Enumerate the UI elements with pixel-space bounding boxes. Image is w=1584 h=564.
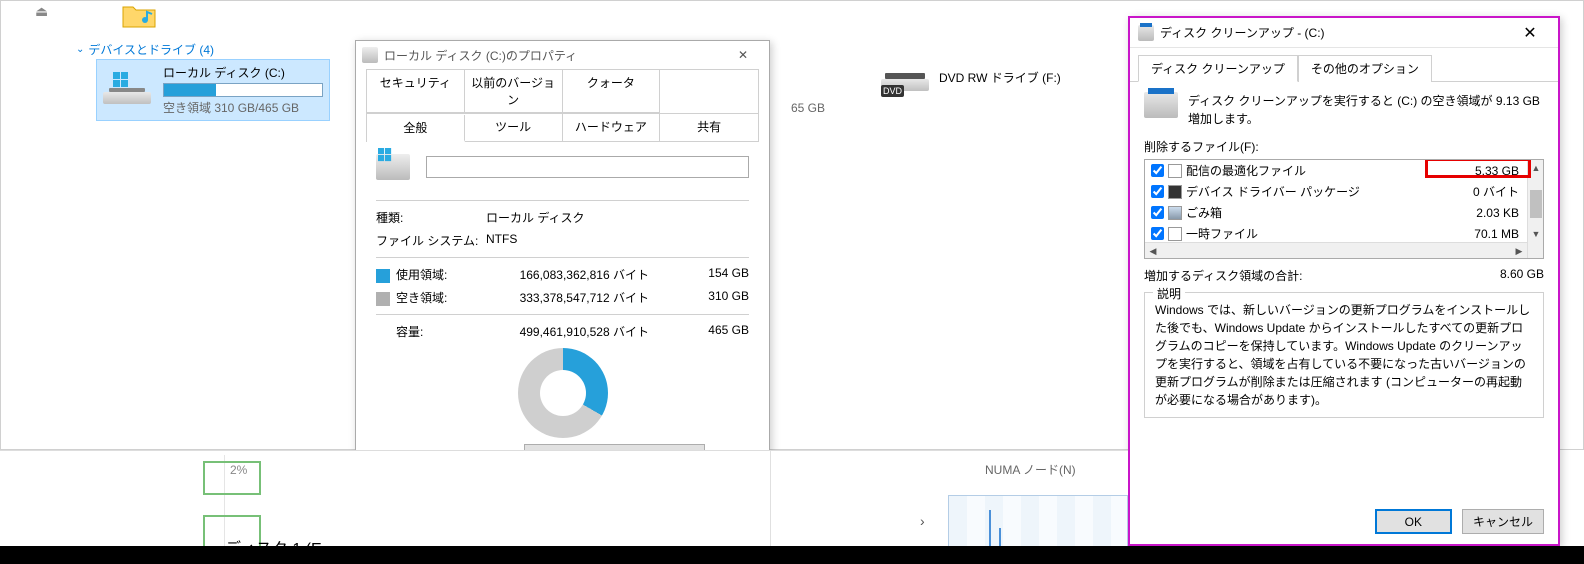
other-drive-free: 65 GB — [791, 101, 825, 115]
disk-percent: 2% — [230, 463, 247, 477]
scroll-right-icon[interactable]: ▶ — [1511, 243, 1527, 259]
free-bytes: 333,378,547,712 バイト — [486, 289, 669, 306]
files-to-delete-label: 削除するファイル(F): — [1144, 138, 1544, 155]
file-item[interactable]: 配信の最適化ファイル 5.33 GB — [1145, 160, 1527, 181]
perf-chart — [948, 495, 1128, 551]
dvd-drive-item[interactable]: DVD DVD RW ドライブ (F:) — [881, 59, 1061, 95]
tab-general[interactable]: 全般 — [367, 115, 465, 142]
capacity-label: 容量: — [376, 323, 486, 340]
chevron-down-icon: ⌄ — [76, 44, 84, 55]
kind-label: 種類: — [376, 209, 486, 226]
capacity-human: 465 GB — [669, 323, 749, 340]
drive-icon — [376, 154, 410, 180]
capacity-donut-chart — [518, 348, 608, 438]
tab-previous-versions[interactable]: 以前のバージョン — [465, 70, 563, 113]
files-scrollbar-v[interactable]: ▲ ▼ — [1527, 160, 1543, 258]
scroll-left-icon[interactable]: ◀ — [1145, 243, 1161, 259]
close-icon[interactable]: ✕ — [723, 48, 763, 62]
tab-more-options[interactable]: その他のオプション — [1298, 55, 1432, 82]
chevron-right-icon[interactable]: › — [920, 513, 925, 529]
dvd-drive-name: DVD RW ドライブ (F:) — [939, 69, 1061, 86]
recycle-bin-icon — [1168, 206, 1182, 220]
tab-quota[interactable]: クォータ — [563, 70, 661, 113]
cleanup-titlebar[interactable]: ディスク クリーンアップ - (C:) ✕ — [1130, 18, 1558, 48]
drive-name-input[interactable] — [426, 156, 749, 178]
file-item-checkbox[interactable] — [1151, 206, 1164, 219]
cleanup-title: ディスク クリーンアップ - (C:) — [1160, 24, 1325, 41]
used-label: 使用領域: — [376, 266, 486, 283]
scroll-up-icon[interactable]: ▲ — [1528, 160, 1544, 176]
file-item[interactable]: ごみ箱 2.03 KB — [1145, 202, 1527, 223]
file-item[interactable]: 一時ファイル 70.1 MB — [1145, 223, 1527, 244]
tab-sharing[interactable]: 共有 — [660, 114, 758, 141]
section-title: デバイスとドライブ (4) — [88, 41, 214, 58]
files-list[interactable]: 配信の最適化ファイル 5.33 GB デバイス ドライバー パッケージ 0 バイ… — [1144, 159, 1544, 259]
filesystem-value: NTFS — [486, 232, 749, 249]
file-item[interactable]: デバイス ドライバー パッケージ 0 バイト — [1145, 181, 1527, 202]
dvd-icon: DVD — [881, 59, 929, 95]
scroll-thumb[interactable] — [1530, 190, 1542, 218]
music-folder-icon[interactable] — [121, 1, 161, 31]
file-item-checkbox[interactable] — [1151, 185, 1164, 198]
used-human: 154 GB — [669, 266, 749, 283]
drive-c-name: ローカル ディスク (C:) — [163, 64, 323, 81]
filesystem-label: ファイル システム: — [376, 232, 486, 249]
eject-icon: ⏏ — [35, 3, 48, 20]
close-icon[interactable]: ✕ — [1510, 23, 1550, 43]
used-bytes: 166,083,362,816 バイト — [486, 266, 669, 283]
tab-tools[interactable]: ツール — [465, 114, 563, 141]
devices-section-header[interactable]: ⌄ デバイスとドライブ (4) — [76, 41, 214, 58]
file-item-checkbox[interactable] — [1151, 164, 1164, 177]
background-windows: 2% ディスク 1 (E › NUMA ノード(N) — [0, 450, 1128, 550]
kind-value: ローカル ディスク — [486, 209, 749, 226]
cleanup-icon — [1138, 25, 1154, 41]
cleanup-info-text: ディスク クリーンアップを実行すると (C:) の空き領域が 9.13 GB 増… — [1188, 92, 1544, 128]
files-scrollbar-h[interactable]: ◀ ▶ — [1145, 242, 1527, 258]
tab-hardware[interactable]: ハードウェア — [563, 114, 661, 141]
drive-c-free-label: 空き領域 310 GB/465 GB — [163, 99, 323, 116]
drive-icon — [362, 47, 378, 63]
description-legend: 説明 — [1153, 285, 1185, 302]
free-human: 310 GB — [669, 289, 749, 306]
total-gain-value: 8.60 GB — [1500, 267, 1544, 284]
properties-titlebar[interactable]: ローカル ディスク (C:)のプロパティ ✕ — [356, 41, 769, 69]
cleanup-tabs: ディスク クリーンアップ その他のオプション — [1130, 48, 1558, 82]
properties-tabs-row1: セキュリティ 以前のバージョン クォータ — [366, 69, 759, 114]
drive-c-item[interactable]: ローカル ディスク (C:) 空き領域 310 GB/465 GB — [96, 59, 330, 121]
ok-button[interactable]: OK — [1375, 509, 1452, 534]
drive-c-capacity-bar — [163, 83, 323, 97]
file-icon — [1168, 164, 1182, 178]
drive-icon — [103, 72, 151, 108]
tab-security[interactable]: セキュリティ — [367, 70, 465, 113]
description-text: Windows では、新しいバージョンの更新プログラムをインストールした後でも、… — [1155, 301, 1533, 409]
tab-disk-cleanup[interactable]: ディスク クリーンアップ — [1138, 55, 1298, 82]
scroll-down-icon[interactable]: ▼ — [1528, 226, 1544, 242]
description-group: 説明 Windows では、新しいバージョンの更新プログラムをインストールした後… — [1144, 292, 1544, 418]
file-icon — [1168, 185, 1182, 199]
capacity-bytes: 499,461,910,528 バイト — [486, 323, 669, 340]
properties-tabs-row2: 全般 ツール ハードウェア 共有 — [366, 114, 759, 142]
total-gain-label: 増加するディスク領域の合計: — [1144, 267, 1303, 284]
cancel-button[interactable]: キャンセル — [1462, 509, 1544, 534]
cleanup-info-icon — [1144, 92, 1178, 118]
disk-cleanup-dialog: ディスク クリーンアップ - (C:) ✕ ディスク クリーンアップ その他のオ… — [1128, 16, 1560, 546]
file-icon — [1168, 227, 1182, 241]
numa-label: NUMA ノード(N) — [985, 461, 1076, 478]
properties-title: ローカル ディスク (C:)のプロパティ — [384, 47, 577, 64]
free-label: 空き領域: — [376, 289, 486, 306]
bottom-bar — [0, 546, 1584, 564]
file-item-checkbox[interactable] — [1151, 227, 1164, 240]
